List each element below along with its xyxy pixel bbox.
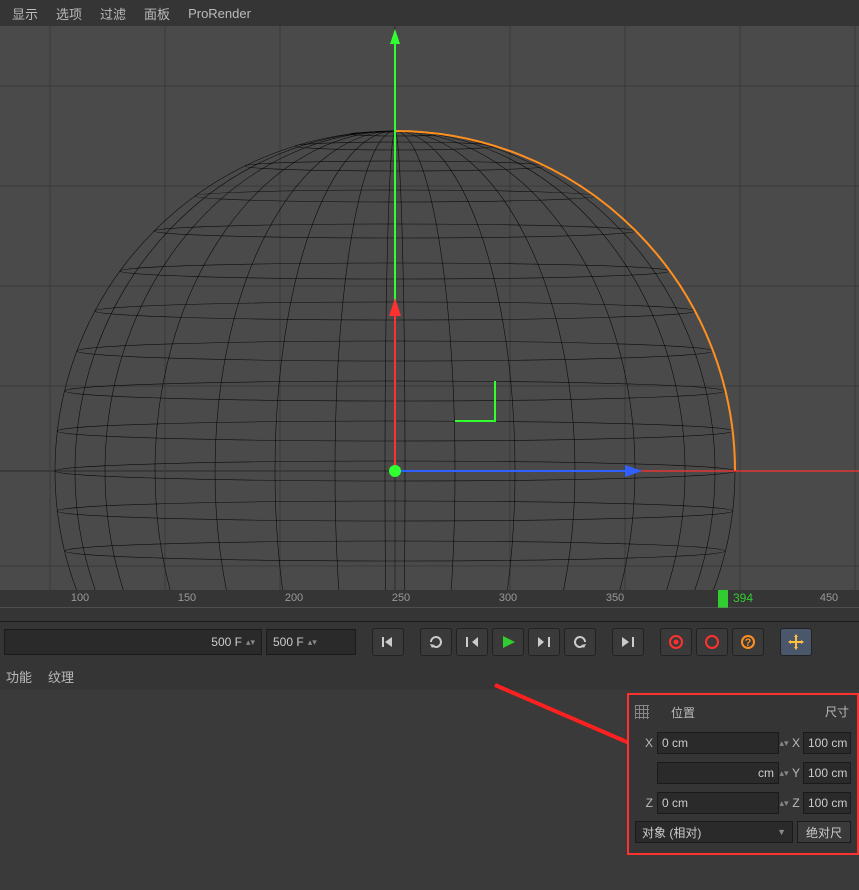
property-tabs: 功能 纹理	[0, 662, 859, 690]
coordinates-panel: 位置 尺寸 X 0 cm ▴▾ X 100 cm Y cm ▴▾ Y 100 c…	[627, 693, 859, 855]
svg-text:?: ?	[745, 637, 752, 649]
loop-forward-button[interactable]	[564, 628, 596, 656]
absolute-size-button[interactable]: 绝对尺	[797, 821, 851, 843]
loop-button[interactable]	[420, 628, 452, 656]
viewport-3d[interactable]	[0, 26, 859, 590]
timeline[interactable]: 100 150 200 250 300 350 450 394	[0, 590, 859, 622]
play-button[interactable]	[492, 628, 524, 656]
goto-end-button[interactable]	[612, 628, 644, 656]
position-label: 位置	[671, 704, 695, 721]
pos-z-input[interactable]: 0 cm	[657, 792, 779, 814]
record-button[interactable]	[660, 628, 692, 656]
pos-y-input[interactable]: cm	[657, 762, 779, 784]
menu-display[interactable]: 显示	[12, 4, 38, 23]
menubar: 显示 选项 过滤 面板 ProRender	[0, 0, 859, 26]
menu-filter[interactable]: 过滤	[100, 4, 126, 23]
timeline-current-frame: 394	[733, 591, 753, 605]
coord-mode-dropdown[interactable]: 对象 (相对)▼	[635, 821, 793, 843]
autokey-button[interactable]	[696, 628, 728, 656]
grid-icon	[635, 705, 649, 719]
viewport-grid	[0, 26, 859, 590]
pos-x-input[interactable]: 0 cm	[657, 732, 779, 754]
move-gizmo[interactable]	[389, 29, 642, 477]
key-options-button[interactable]: ?	[732, 628, 764, 656]
goto-start-button[interactable]	[372, 628, 404, 656]
menu-prorender[interactable]: ProRender	[188, 6, 251, 21]
transport-bar: 500 F▴▾ 500 F▴▾ ?	[0, 622, 859, 662]
prev-key-button[interactable]	[456, 628, 488, 656]
frame-current-field[interactable]: 500 F▴▾	[266, 629, 356, 655]
timeline-playhead[interactable]	[718, 590, 728, 608]
move-tool-button[interactable]	[780, 628, 812, 656]
size-y-input[interactable]: 100 cm	[803, 762, 851, 784]
size-x-input[interactable]: 100 cm	[803, 732, 851, 754]
tab-function[interactable]: 功能	[6, 667, 32, 686]
size-label: 尺寸	[825, 703, 849, 720]
next-key-button[interactable]	[528, 628, 560, 656]
frame-end-field[interactable]: 500 F▴▾	[4, 629, 262, 655]
size-z-input[interactable]: 100 cm	[803, 792, 851, 814]
tab-texture[interactable]: 纹理	[48, 667, 74, 686]
menu-panel[interactable]: 面板	[144, 4, 170, 23]
menu-options[interactable]: 选项	[56, 4, 82, 23]
